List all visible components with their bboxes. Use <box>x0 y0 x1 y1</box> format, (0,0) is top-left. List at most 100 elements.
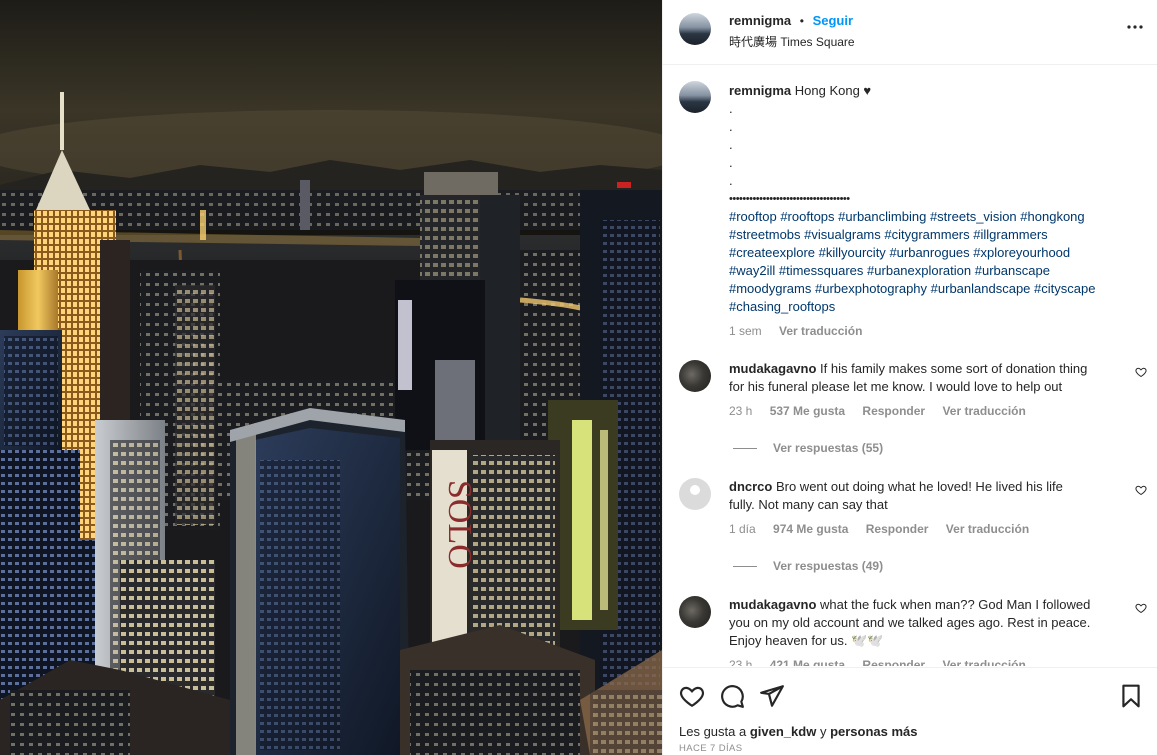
comment-translate-link[interactable]: Ver traducción <box>946 522 1029 536</box>
hashtag-link[interactable]: #streets_vision <box>930 209 1017 224</box>
comment-bubble-icon[interactable] <box>719 683 745 709</box>
hashtag-link[interactable]: #hongkong <box>1020 209 1084 224</box>
reply-button[interactable]: Responder <box>862 658 925 666</box>
comment-meta: 1 día 974 Me gusta Responder Ver traducc… <box>729 520 1129 538</box>
caption-author-avatar[interactable] <box>679 81 711 113</box>
comment-text-line: Enjoy heaven for us. 🕊️🕊️ <box>729 633 884 648</box>
post-location[interactable]: 時代廣場 Times Square <box>729 33 855 50</box>
reply-button[interactable]: Responder <box>862 404 925 418</box>
view-replies-button[interactable]: Ver respuestas (49) <box>733 559 883 573</box>
author-username[interactable]: remnigma <box>729 13 791 28</box>
comment-avatar-default[interactable] <box>679 478 711 510</box>
comment-meta: 23 h 537 Me gusta Responder Ver traducci… <box>729 402 1129 420</box>
comment-username[interactable]: dncrco <box>729 479 772 494</box>
hashtag-link[interactable]: #illgrammers <box>973 227 1047 242</box>
comment-text-line: fully. Not many can say that <box>729 497 888 512</box>
comment-body: dncrco Bro went out doing what he loved!… <box>729 478 1129 538</box>
like-heart-icon[interactable] <box>679 683 705 709</box>
hashtag-link[interactable]: #way2ill <box>729 263 775 278</box>
comment-likes[interactable]: 974 Me gusta <box>773 522 848 536</box>
more-options-icon[interactable] <box>1126 18 1144 39</box>
likes-summary: Les gusta a given_kdw y personas más <box>679 724 918 739</box>
share-paper-plane-icon[interactable] <box>759 683 785 709</box>
view-replies-label: Ver respuestas (55) <box>773 441 884 455</box>
caption-divider: •••••••••••••••••••••••••••••••••••• <box>729 193 850 205</box>
avatar-head-shape <box>690 485 700 495</box>
author-row: remnigma • Seguir <box>729 13 853 28</box>
comment-time: 1 día <box>729 522 756 536</box>
post-timestamp[interactable]: HACE 7 DÍAS <box>679 743 743 754</box>
comment-likes[interactable]: 421 Me gusta <box>770 658 845 666</box>
comment-time: 23 h <box>729 658 753 666</box>
liked-by-username[interactable]: given_kdw <box>750 724 816 739</box>
caption-meta: 1 sem Ver traducción <box>729 322 1139 340</box>
comment-username[interactable]: mudakagavno <box>729 597 816 612</box>
replies-dash <box>733 565 757 567</box>
comment-time: 23 h <box>729 404 753 418</box>
hashtag-link[interactable]: #urbanexploration <box>867 263 971 278</box>
caption-translate-link[interactable]: Ver traducción <box>779 324 862 338</box>
hashtag-link[interactable]: #urbanscape <box>975 263 1050 278</box>
likes-prefix: Les gusta a <box>679 724 747 739</box>
hashtag-row: #streetmobs #visualgrams #citygrammers #… <box>729 226 1139 244</box>
caption: remnigma Hong Kong ♥ . . . . . •••••••••… <box>729 82 1139 340</box>
hashtag-row: #rooftop #rooftops #urbanclimbing #stree… <box>729 208 1139 226</box>
hashtag-link[interactable]: #timessquares <box>779 263 864 278</box>
comment-avatar[interactable] <box>679 360 711 392</box>
comment-text-line: If his family makes some sort of donatio… <box>820 361 1088 376</box>
comment-meta: 23 h 421 Me gusta Responder Ver traducci… <box>729 656 1129 666</box>
hashtag-row: #createexplore #killyourcity #urbanrogue… <box>729 244 1139 262</box>
hashtag-link[interactable]: #chasing_rooftops <box>729 299 835 314</box>
likes-others-link[interactable]: personas más <box>830 724 917 739</box>
comment-translate-link[interactable]: Ver traducción <box>942 404 1025 418</box>
caption-username[interactable]: remnigma <box>729 83 791 98</box>
comments-scroll-area[interactable]: remnigma Hong Kong ♥ . . . . . •••••••••… <box>663 66 1157 666</box>
hashtag-link[interactable]: #urbanrogues <box>889 245 969 260</box>
hashtag-link[interactable]: #createexplore <box>729 245 815 260</box>
caption-dot: . <box>729 119 733 134</box>
hashtag-link[interactable]: #moodygrams <box>729 281 811 296</box>
post-header: remnigma • Seguir 時代廣場 Times Square <box>663 0 1157 65</box>
like-comment-heart-icon[interactable] <box>1135 602 1147 617</box>
hashtag-link[interactable]: #rooftops <box>780 209 834 224</box>
svg-text:SOLO: SOLO <box>441 480 478 569</box>
post-actions-bar: Les gusta a given_kdw y personas más HAC… <box>663 667 1157 755</box>
comment-likes[interactable]: 537 Me gusta <box>770 404 845 418</box>
comment-avatar[interactable] <box>679 596 711 628</box>
hong-kong-night-skyline-image: SOLO <box>0 0 662 755</box>
hashtag-link[interactable]: #urbexphotography <box>815 281 927 296</box>
caption-time: 1 sem <box>729 324 762 338</box>
caption-dot: . <box>729 173 733 188</box>
post-photo[interactable]: SOLO <box>0 0 662 755</box>
bookmark-save-icon[interactable] <box>1118 683 1144 709</box>
like-comment-heart-icon[interactable] <box>1135 366 1147 381</box>
author-avatar[interactable] <box>679 13 711 45</box>
reply-button[interactable]: Responder <box>866 522 929 536</box>
hashtag-link[interactable]: #citygrammers <box>884 227 969 242</box>
caption-dot: . <box>729 101 733 116</box>
comment-text-line: Bro went out doing what he loved! He liv… <box>775 479 1063 494</box>
hashtag-link[interactable]: #cityscape <box>1034 281 1095 296</box>
hashtag-link[interactable]: #streetmobs <box>729 227 801 242</box>
view-replies-button[interactable]: Ver respuestas (55) <box>733 441 883 455</box>
comment-username[interactable]: mudakagavno <box>729 361 816 376</box>
hashtag-link[interactable]: #rooftop <box>729 209 777 224</box>
hashtag-link[interactable]: #killyourcity <box>819 245 886 260</box>
hashtag-link[interactable]: #urbanlandscape <box>931 281 1031 296</box>
hashtag-link[interactable]: #urbanclimbing <box>838 209 926 224</box>
replies-dash <box>733 447 757 449</box>
post-detail-panel: remnigma • Seguir 時代廣場 Times Square remn… <box>662 0 1157 755</box>
comment-text-line: for his funeral please let me know. I wo… <box>729 379 1063 394</box>
hashtag-row: #chasing_rooftops <box>729 298 1139 316</box>
separator-dot: • <box>799 14 804 28</box>
comment-text-line: you on my old account and we talked ages… <box>729 615 1091 630</box>
follow-button[interactable]: Seguir <box>813 13 853 28</box>
like-comment-heart-icon[interactable] <box>1135 484 1147 499</box>
hashtag-link[interactable]: #xploreyourhood <box>973 245 1070 260</box>
likes-and: y <box>819 724 827 739</box>
hashtag-link[interactable]: #visualgrams <box>804 227 881 242</box>
caption-dot: . <box>729 137 733 152</box>
comment-translate-link[interactable]: Ver traducción <box>942 658 1025 666</box>
caption-text: Hong Kong ♥ <box>794 83 872 98</box>
caption-dot: . <box>729 155 733 170</box>
